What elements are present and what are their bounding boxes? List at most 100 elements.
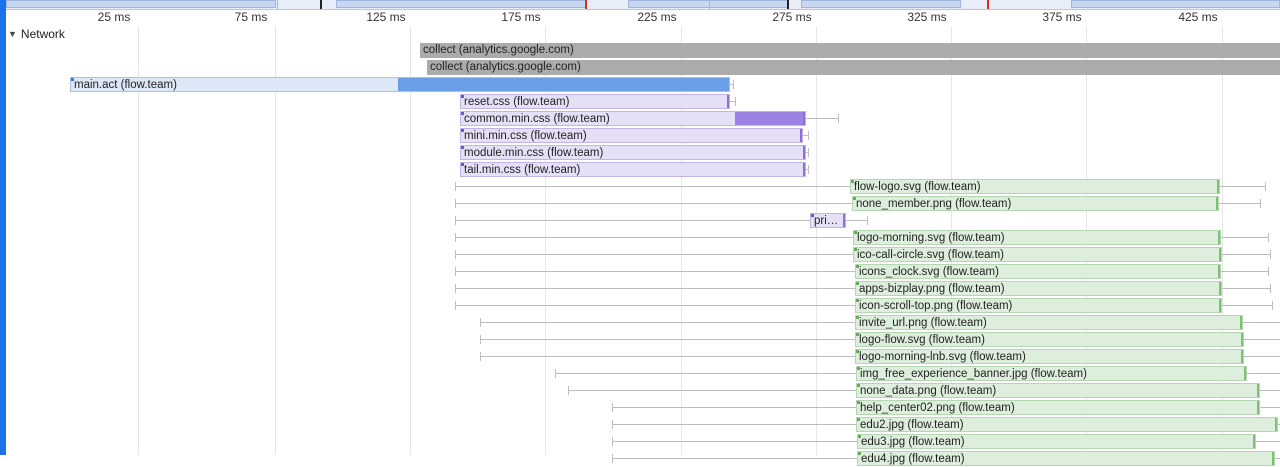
network-request-row[interactable]: edu2.jpg (flow.team) bbox=[0, 416, 1280, 433]
request-end-marker bbox=[803, 163, 805, 176]
network-request-row[interactable]: icons_clock.svg (flow.team) bbox=[0, 263, 1280, 280]
ruler-tick-label: 175 ms bbox=[501, 10, 541, 24]
request-bar[interactable]: logo-flow.svg (flow.team) bbox=[855, 332, 1244, 347]
request-bar[interactable]: none_data.png (flow.team) bbox=[856, 383, 1260, 398]
request-bar[interactable]: edu4.jpg (flow.team) bbox=[857, 451, 1275, 466]
request-wait-whisker bbox=[455, 220, 810, 221]
network-request-row[interactable]: edu4.jpg (flow.team) bbox=[0, 450, 1280, 467]
request-end-marker bbox=[803, 112, 805, 125]
request-end-marker bbox=[1257, 401, 1259, 414]
overview-marker bbox=[987, 0, 989, 9]
whisker-cap bbox=[455, 216, 456, 225]
request-bar[interactable]: pri… bbox=[810, 213, 846, 228]
request-bar[interactable]: mini.min.css (flow.team) bbox=[460, 128, 803, 143]
network-request-row[interactable]: icon-scroll-top.png (flow.team) bbox=[0, 297, 1280, 314]
ruler-tick-label: 275 ms bbox=[772, 10, 812, 24]
network-request-row[interactable]: apps-bizplay.png (flow.team) bbox=[0, 280, 1280, 297]
network-request-row[interactable]: common.min.css (flow.team) bbox=[0, 110, 1280, 127]
network-request-row[interactable]: logo-morning.svg (flow.team) bbox=[0, 229, 1280, 246]
request-end-marker bbox=[1218, 265, 1220, 278]
request-end-marker bbox=[1257, 384, 1259, 397]
network-request-row[interactable]: invite_url.png (flow.team) bbox=[0, 314, 1280, 331]
timeline-overview[interactable] bbox=[6, 0, 1280, 10]
whisker-cap bbox=[733, 80, 734, 89]
ruler-tick-label: 425 ms bbox=[1178, 10, 1218, 24]
request-bar[interactable]: main.act (flow.team) bbox=[70, 77, 730, 92]
request-end-marker bbox=[1241, 333, 1243, 346]
request-bar[interactable]: module.min.css (flow.team) bbox=[460, 145, 806, 160]
request-wait-whisker bbox=[455, 237, 853, 238]
request-tail-whisker bbox=[1219, 203, 1260, 204]
request-bar[interactable]: tail.min.css (flow.team) bbox=[460, 162, 806, 177]
network-request-row[interactable]: flow-logo.svg (flow.team) bbox=[0, 178, 1280, 195]
request-bar[interactable]: img_free_experience_banner.jpg (flow.tea… bbox=[856, 366, 1247, 381]
network-request-row[interactable]: logo-morning-lnb.svg (flow.team) bbox=[0, 348, 1280, 365]
network-request-row[interactable]: reset.css (flow.team) bbox=[0, 93, 1280, 110]
request-start-marker bbox=[461, 112, 464, 115]
request-wait-whisker bbox=[612, 441, 857, 442]
request-bar[interactable]: edu2.jpg (flow.team) bbox=[856, 417, 1278, 432]
overview-marker bbox=[787, 0, 789, 9]
request-end-marker bbox=[1244, 367, 1246, 380]
request-bar[interactable]: collect (analytics.google.com) bbox=[427, 60, 1280, 75]
request-bar[interactable]: edu3.jpg (flow.team) bbox=[857, 434, 1256, 449]
request-start-marker bbox=[856, 316, 859, 319]
request-tail-whisker bbox=[1260, 407, 1280, 408]
network-request-row[interactable]: mini.min.css (flow.team) bbox=[0, 127, 1280, 144]
request-label: collect (analytics.google.com) bbox=[423, 44, 574, 56]
request-bar[interactable]: icon-scroll-top.png (flow.team) bbox=[855, 298, 1222, 313]
request-bar[interactable]: logo-morning.svg (flow.team) bbox=[853, 230, 1221, 245]
request-label: icons_clock.svg (flow.team) bbox=[859, 266, 999, 278]
request-tail-whisker bbox=[1222, 305, 1272, 306]
request-start-marker bbox=[856, 265, 859, 268]
network-request-row[interactable]: ico-call-circle.svg (flow.team) bbox=[0, 246, 1280, 263]
chevron-down-icon[interactable]: ▼ bbox=[8, 29, 17, 39]
request-label: none_member.png (flow.team) bbox=[856, 198, 1012, 210]
network-request-row[interactable]: img_free_experience_banner.jpg (flow.tea… bbox=[0, 365, 1280, 382]
request-bar[interactable]: common.min.css (flow.team) bbox=[460, 111, 806, 126]
request-end-marker bbox=[1275, 418, 1277, 431]
request-label: edu2.jpg (flow.team) bbox=[860, 419, 964, 431]
network-request-row[interactable]: collect (analytics.google.com) bbox=[0, 59, 1280, 76]
request-bar[interactable]: icons_clock.svg (flow.team) bbox=[855, 264, 1221, 279]
request-wait-whisker bbox=[455, 288, 855, 289]
request-start-marker bbox=[857, 384, 860, 387]
network-request-row[interactable]: none_member.png (flow.team) bbox=[0, 195, 1280, 212]
request-end-marker bbox=[800, 129, 802, 142]
whisker-cap bbox=[455, 250, 456, 259]
request-wait-whisker bbox=[455, 254, 853, 255]
network-request-row[interactable]: edu3.jpg (flow.team) bbox=[0, 433, 1280, 450]
request-bar[interactable]: invite_url.png (flow.team) bbox=[855, 315, 1243, 330]
network-request-row[interactable]: pri… bbox=[0, 212, 1280, 229]
network-track-title: Network bbox=[20, 27, 65, 41]
overview-segment bbox=[336, 0, 586, 8]
request-tail-whisker bbox=[1221, 271, 1268, 272]
request-label: main.act (flow.team) bbox=[74, 79, 177, 91]
request-start-marker bbox=[461, 95, 464, 98]
request-end-marker bbox=[727, 95, 729, 108]
network-track-header[interactable]: ▼ Network bbox=[8, 26, 65, 42]
request-bar[interactable]: none_member.png (flow.team) bbox=[852, 196, 1219, 211]
whisker-cap bbox=[735, 97, 736, 106]
request-tail-whisker bbox=[1244, 339, 1280, 340]
request-bar[interactable]: logo-morning-lnb.svg (flow.team) bbox=[855, 349, 1244, 364]
request-label: module.min.css (flow.team) bbox=[464, 147, 604, 159]
network-request-row[interactable]: none_data.png (flow.team) bbox=[0, 382, 1280, 399]
request-bar[interactable]: help_center02.png (flow.team) bbox=[856, 400, 1260, 415]
request-bar[interactable]: reset.css (flow.team) bbox=[460, 94, 730, 109]
whisker-cap bbox=[1268, 233, 1269, 242]
request-label: logo-morning.svg (flow.team) bbox=[857, 232, 1005, 244]
request-tail-whisker bbox=[1256, 441, 1280, 442]
network-request-row[interactable]: help_center02.png (flow.team) bbox=[0, 399, 1280, 416]
timeline-ruler[interactable]: 25 ms 75 ms 125 ms 175 ms 225 ms 275 ms 325 ms… bbox=[6, 10, 1280, 26]
network-request-row[interactable]: collect (analytics.google.com) bbox=[0, 42, 1280, 59]
request-bar[interactable]: ico-call-circle.svg (flow.team) bbox=[853, 247, 1222, 262]
request-bar[interactable]: apps-bizplay.png (flow.team) bbox=[855, 281, 1222, 296]
request-bar[interactable]: flow-logo.svg (flow.team) bbox=[850, 179, 1220, 194]
request-bar[interactable]: collect (analytics.google.com) bbox=[420, 43, 1280, 58]
network-request-row[interactable]: main.act (flow.team) bbox=[0, 76, 1280, 93]
network-request-row[interactable]: tail.min.css (flow.team) bbox=[0, 161, 1280, 178]
network-request-row[interactable]: module.min.css (flow.team) bbox=[0, 144, 1280, 161]
network-request-row[interactable]: logo-flow.svg (flow.team) bbox=[0, 331, 1280, 348]
request-start-marker bbox=[856, 333, 859, 336]
